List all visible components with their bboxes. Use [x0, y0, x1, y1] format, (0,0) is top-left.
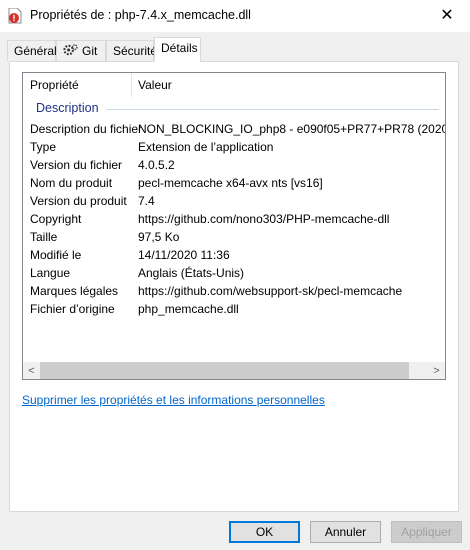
- tab-label: Général: [14, 44, 57, 58]
- property-rows: Description du fichier NON_BLOCKING_IO_ph…: [23, 120, 445, 318]
- property-name: Copyright: [30, 212, 82, 226]
- property-name: Taille: [30, 230, 58, 244]
- cancel-button[interactable]: Annuler: [310, 521, 381, 543]
- tab-securite[interactable]: Sécurité: [106, 40, 158, 61]
- group-divider: [107, 109, 439, 110]
- property-name: Modifié le: [30, 248, 82, 262]
- gear-icon: [63, 44, 78, 56]
- close-icon: ✕: [440, 7, 454, 24]
- details-panel: Propriété Valeur Description Description…: [9, 61, 459, 512]
- scroll-left-button[interactable]: <: [23, 362, 40, 379]
- scrollbar-thumb[interactable]: [40, 362, 409, 379]
- title-bar: Propriétés de : php-7.4.x_memcache.dll ✕: [0, 0, 470, 32]
- ok-button[interactable]: OK: [229, 521, 300, 543]
- chevron-left-icon: <: [28, 364, 35, 377]
- property-value: NON_BLOCKING_IO_php8 - e090f05+PR77+PR78…: [138, 122, 445, 136]
- scroll-right-button[interactable]: >: [428, 362, 445, 379]
- tab-label: Git: [82, 44, 98, 58]
- table-row[interactable]: Version du fichier 4.0.5.2: [23, 156, 445, 174]
- table-row[interactable]: Marques légales https://github.com/websup…: [23, 282, 445, 300]
- table-row[interactable]: Copyright https://github.com/nono303/PHP-…: [23, 210, 445, 228]
- property-value: https://github.com/websupport-sk/pecl-me…: [138, 284, 403, 298]
- table-row[interactable]: Langue Anglais (États-Unis): [23, 264, 445, 282]
- property-name: Marques légales: [30, 284, 119, 298]
- property-value: Extension de l’application: [138, 140, 274, 154]
- file-warning-icon: [8, 8, 22, 24]
- property-value: Anglais (États-Unis): [138, 266, 245, 280]
- listview-header: Propriété Valeur: [23, 73, 445, 97]
- property-value: 4.0.5.2: [138, 158, 175, 172]
- table-row[interactable]: Description du fichier NON_BLOCKING_IO_ph…: [23, 120, 445, 138]
- property-name: Nom du produit: [30, 176, 113, 190]
- table-row[interactable]: Version du produit 7.4: [23, 192, 445, 210]
- property-name: Version du fichier: [30, 158, 123, 172]
- tab-label: Sécurité: [113, 44, 158, 58]
- property-value: pecl-memcache x64-avx nts [vs16]: [138, 176, 323, 190]
- close-button[interactable]: ✕: [424, 0, 470, 30]
- tab-git[interactable]: Git: [56, 40, 106, 61]
- property-value: https://github.com/nono303/PHP-memcache-…: [138, 212, 390, 226]
- window-title: Propriétés de : php-7.4.x_memcache.dll: [30, 8, 251, 22]
- property-name: Fichier d’origine: [30, 302, 115, 316]
- property-name: Type: [30, 140, 57, 154]
- remove-properties-link[interactable]: Supprimer les propriétés et les informat…: [22, 393, 325, 407]
- tab-general[interactable]: Général: [7, 40, 57, 61]
- horizontal-scrollbar[interactable]: < >: [23, 362, 445, 379]
- table-row[interactable]: Nom du produit pecl-memcache x64-avx nts …: [23, 174, 445, 192]
- column-header-property[interactable]: Propriété: [30, 78, 79, 92]
- property-name: Description du fichier: [30, 122, 143, 136]
- table-row[interactable]: Taille 97,5 Ko: [23, 228, 445, 246]
- property-name: Langue: [30, 266, 71, 280]
- group-header[interactable]: Description: [23, 99, 445, 119]
- table-row[interactable]: Modifié le 14/11/2020 11:36: [23, 246, 445, 264]
- property-name: Version du produit: [30, 194, 127, 208]
- table-row[interactable]: Fichier d’origine php_memcache.dll: [23, 300, 445, 318]
- tab-label: Détails: [161, 41, 198, 55]
- property-value: 14/11/2020 11:36: [138, 248, 230, 262]
- group-label: Description: [36, 101, 105, 115]
- tab-details[interactable]: Détails: [154, 37, 201, 62]
- table-row[interactable]: Type Extension de l’application: [23, 138, 445, 156]
- column-divider[interactable]: [131, 73, 132, 97]
- property-value: 7.4: [138, 194, 155, 208]
- property-value: php_memcache.dll: [138, 302, 239, 316]
- apply-button[interactable]: Appliquer: [391, 521, 462, 543]
- property-value: 97,5 Ko: [138, 230, 180, 244]
- properties-listview[interactable]: Propriété Valeur Description Description…: [22, 72, 446, 380]
- chevron-right-icon: >: [433, 364, 440, 377]
- column-header-value[interactable]: Valeur: [138, 78, 172, 92]
